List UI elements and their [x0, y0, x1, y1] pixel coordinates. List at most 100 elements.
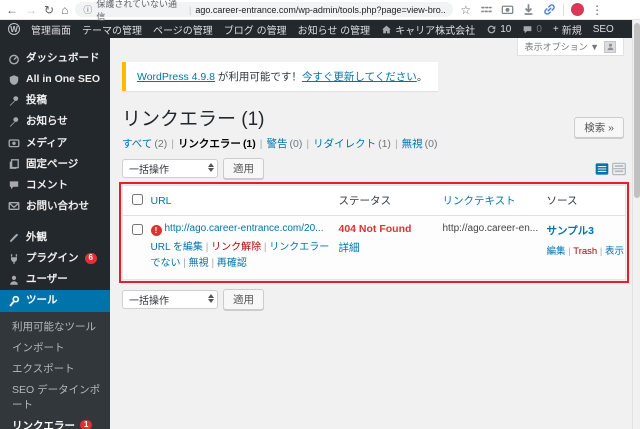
home-icon[interactable]: ⌂ [61, 4, 68, 16]
sidebar-item-plugins[interactable]: プラグイン 6 [0, 248, 110, 269]
sidebar-item-comments[interactable]: コメント [0, 175, 110, 196]
adminbar-new[interactable]: + 新規 [553, 22, 582, 37]
adminbar-item-dashboard[interactable]: 管理画面 [31, 22, 71, 37]
recheck-action[interactable]: 再確認 [217, 258, 247, 269]
search-button[interactable]: 検索 » [574, 117, 624, 138]
adminbar-item-news[interactable]: お知らせ の管理 [298, 22, 371, 37]
adminbar-comments[interactable]: 0 [522, 24, 542, 35]
profile-badge-icon[interactable] [571, 3, 585, 16]
sidebar-item-posts[interactable]: 投稿 [0, 90, 110, 111]
filter-count: (0) [289, 137, 303, 150]
tablenav-bottom: 一括操作 適用 [122, 289, 626, 310]
submenu-item-available-tools[interactable]: 利用可能なツール [0, 316, 110, 337]
wordpress-logo-icon[interactable]: W [8, 23, 20, 35]
link-text-cell: http://ago.career-en... [438, 215, 543, 280]
update-now-link[interactable]: 今すぐ更新してください [302, 71, 417, 83]
adminbar-item-blog[interactable]: ブログ の管理 [224, 22, 287, 37]
submenu-item-link-errors[interactable]: リンクエラー 1 [0, 415, 110, 429]
filter-redirects[interactable]: リダイレクト (1) | [313, 136, 402, 151]
adminbar-item-pages[interactable]: ページの管理 [153, 22, 213, 37]
submenu-item-export[interactable]: エクスポート [0, 358, 110, 379]
filter-label[interactable]: リダイレクト [313, 136, 376, 151]
bookmark-star-icon[interactable]: ☆ [460, 4, 471, 16]
forward-icon[interactable]: → [25, 4, 37, 16]
list-view-icon[interactable] [595, 162, 609, 176]
filter-warnings[interactable]: 警告 (0) | [267, 136, 314, 151]
plus-icon: + [552, 23, 559, 35]
sidebar-item-users[interactable]: ユーザー [0, 269, 110, 290]
screen-options-tab[interactable]: 表示オプション ▼ [516, 38, 624, 56]
status-text: 404 Not Found [338, 223, 412, 235]
extension-download-icon[interactable] [522, 3, 535, 16]
filter-count: (1) [242, 137, 256, 150]
adminbar-item-themes[interactable]: テーマの管理 [82, 22, 142, 37]
row-checkbox[interactable] [132, 224, 143, 235]
select-stepper-icon [208, 163, 214, 172]
update-nag-text: が利用可能です！ [215, 71, 302, 83]
edit-url-action[interactable]: URL を編集 [151, 242, 203, 253]
sidebar-item-contact[interactable]: お問い合わせ [0, 196, 110, 217]
back-icon[interactable]: ← [6, 4, 18, 16]
apply-button[interactable]: 適用 [223, 158, 264, 179]
link-errors-count-badge: 1 [80, 419, 93, 429]
filter-label[interactable]: 警告 [267, 136, 288, 151]
bulk-action-select-bottom[interactable]: 一括操作 [122, 290, 218, 309]
reload-icon[interactable]: ↻ [44, 4, 54, 16]
sidebar-item-pages[interactable]: 固定ページ [0, 154, 110, 175]
filter-broken[interactable]: リンクエラー (1) | [178, 136, 267, 151]
filter-label[interactable]: すべて [122, 136, 152, 151]
filter-count: (2) [154, 137, 168, 150]
view-post-action[interactable]: 表示 [605, 246, 624, 257]
extension-link-icon[interactable] [543, 3, 556, 16]
address-bar[interactable]: ⓘ 保護されていない通信 | ago.career-entrance.com/w… [75, 0, 454, 22]
broken-url-link[interactable]: http://ago.career-entrance.com/20... [165, 223, 323, 234]
submenu-item-seo-data-import[interactable]: SEO データインポート [0, 379, 110, 415]
unlink-action[interactable]: リンク解除 [211, 242, 261, 253]
excerpt-view-icon[interactable] [612, 162, 626, 176]
filter-links: すべて (2) | リンクエラー (1) | 警告 (0) | リダイレクト (1) | 無視(… [122, 136, 626, 151]
adminbar-seo[interactable]: SEO [593, 24, 614, 35]
page-scrollbar[interactable] [632, 20, 640, 429]
filter-dismissed[interactable]: 無視 (0) [402, 136, 438, 151]
table-row: ! http://ago.career-entrance.com/20... UR… [122, 215, 626, 280]
sidebar-label: メディア [26, 136, 68, 149]
sidebar-label: 外観 [26, 231, 47, 243]
wp-admin-bar: W 管理画面 テーマの管理 ページの管理 ブログ の管理 お知らせ の管理 キャ… [0, 20, 640, 38]
sidebar-label: All in One SEO [26, 73, 101, 86]
wordpress-version-link[interactable]: WordPress 4.9.8 [137, 71, 215, 83]
sidebar-item-media[interactable]: メディア [0, 133, 110, 154]
bulk-action-value: 一括操作 [129, 296, 169, 307]
action-separator: | [599, 246, 603, 257]
chrome-menu-icon[interactable]: ⋮ [591, 4, 603, 16]
sidebar-item-tools[interactable]: ツール [0, 290, 110, 312]
action-separator: | [211, 258, 215, 269]
details-link[interactable]: 詳細 [339, 240, 360, 255]
info-icon[interactable]: ⓘ [83, 3, 92, 16]
url-row-actions: URL を編集 | リンク解除 | リンクエラーでない | 無視 | 再確認 [151, 240, 331, 272]
submenu-item-import[interactable]: インポート [0, 337, 110, 358]
filter-label[interactable]: 無視 [402, 136, 423, 151]
adminbar-updates[interactable]: 10 [486, 24, 511, 35]
scrollbar-thumb[interactable] [634, 23, 640, 198]
dismiss-action[interactable]: 無視 [189, 258, 209, 269]
adminbar-site-name[interactable]: キャリア株式会社 [381, 22, 475, 37]
filter-label[interactable]: リンクエラー [178, 136, 241, 151]
column-header-link-text[interactable]: リンクテキスト [438, 185, 543, 216]
new-label: 新規 [561, 25, 582, 37]
sidebar-item-dashboard[interactable]: ダッシュボード [0, 48, 110, 69]
filter-separator: | [394, 137, 398, 150]
trash-post-action[interactable]: Trash [573, 246, 597, 257]
apply-button-bottom[interactable]: 適用 [223, 289, 264, 310]
select-all-checkbox[interactable] [132, 194, 143, 205]
bulk-action-select[interactable]: 一括操作 [122, 159, 218, 178]
edit-post-action[interactable]: 編集 [547, 246, 566, 257]
url-cell: ! http://ago.career-entrance.com/20... UR… [146, 215, 335, 280]
column-header-url[interactable]: URL [146, 185, 335, 216]
sidebar-item-appearance[interactable]: 外観 [0, 227, 110, 248]
sidebar-item-news[interactable]: お知らせ [0, 111, 110, 132]
source-post-link[interactable]: サンプル3 [547, 223, 622, 238]
sidebar-item-all-in-one-seo[interactable]: All in One SEO [0, 69, 110, 90]
extension-blur-icon[interactable] [480, 3, 493, 16]
filter-all[interactable]: すべて (2) | [122, 136, 178, 151]
extension-camera-icon[interactable] [501, 3, 514, 16]
